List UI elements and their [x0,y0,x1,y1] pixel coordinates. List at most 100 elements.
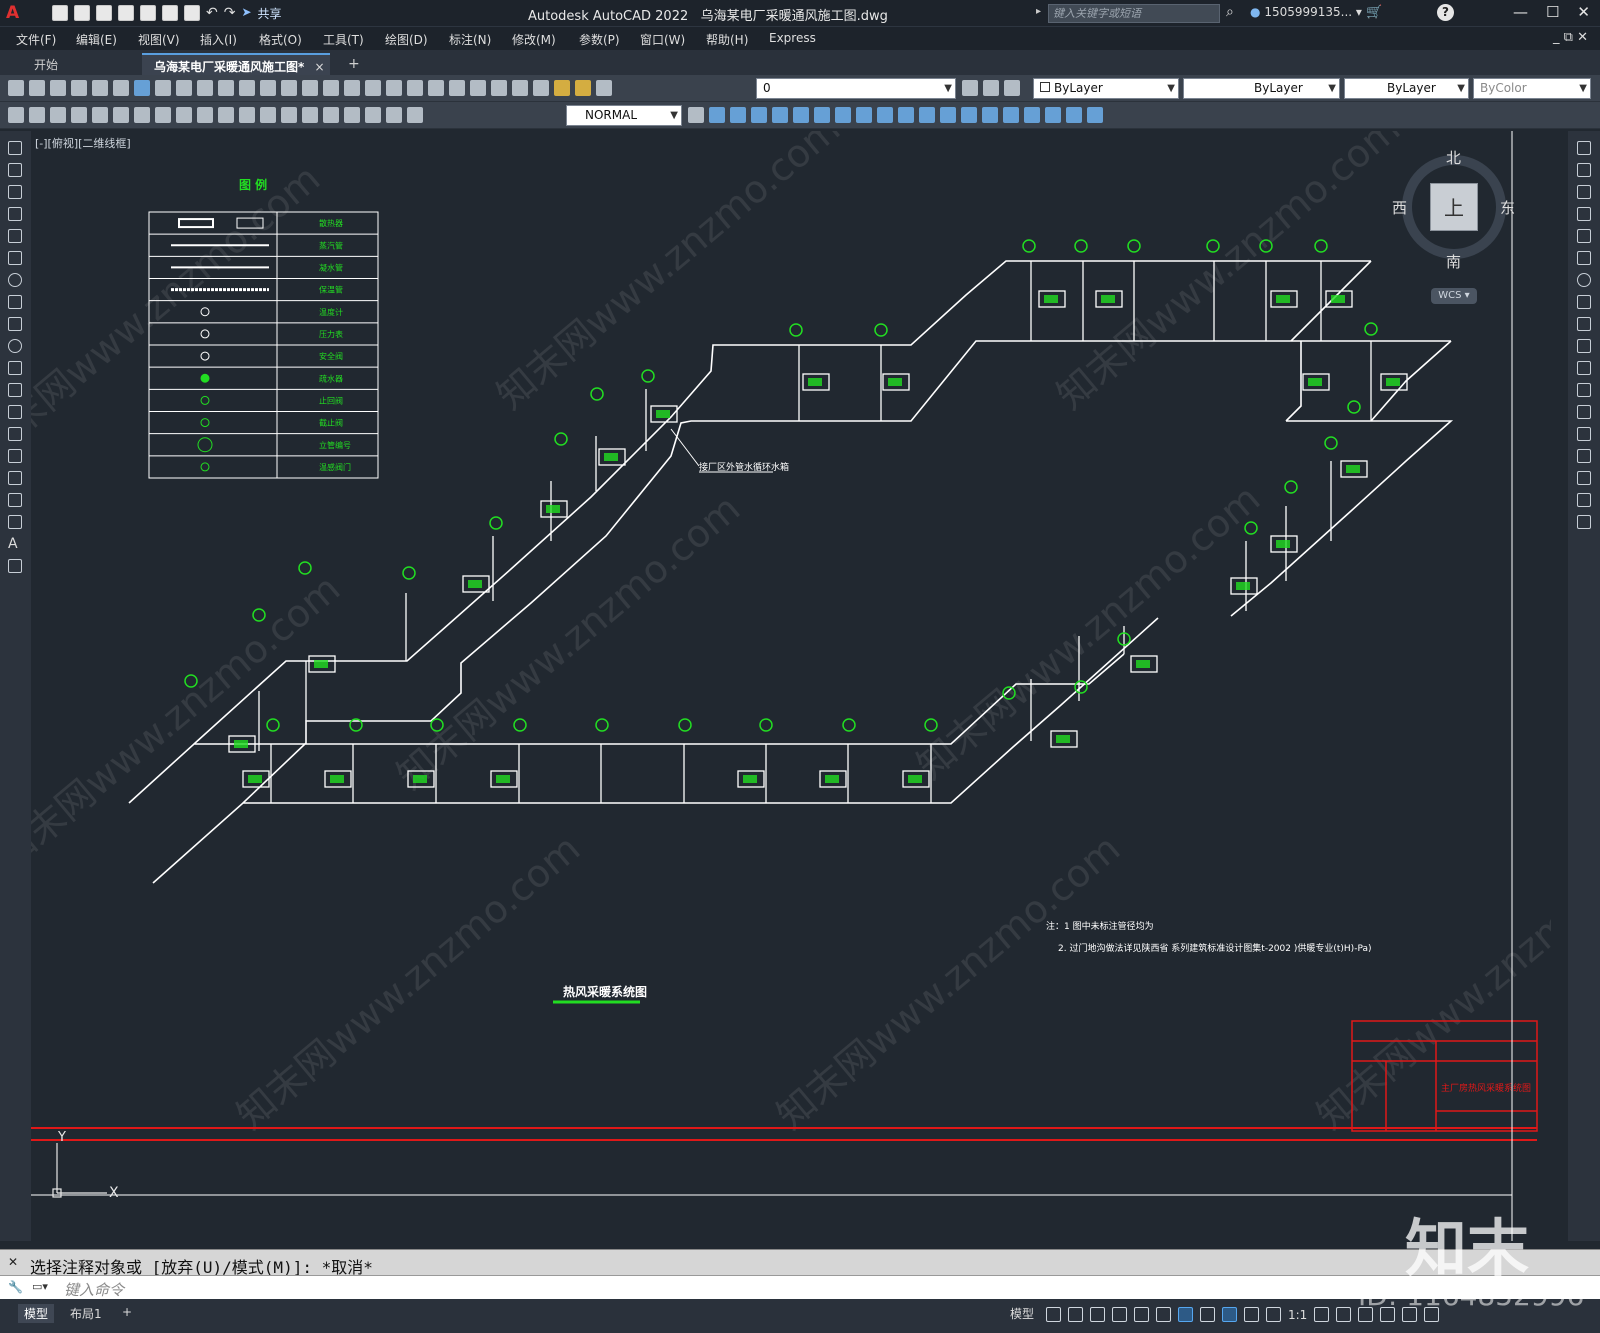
sheet-set-icon[interactable] [449,80,465,96]
line-icon[interactable] [8,141,22,155]
make-block-icon[interactable] [8,405,22,419]
new-tab-button[interactable]: + [336,53,372,75]
ellipse-icon[interactable] [8,339,22,353]
lineweight-icon[interactable] [1200,1307,1215,1322]
publish-icon[interactable] [113,80,129,96]
diameter-dim-icon[interactable] [134,107,150,123]
ortho-icon[interactable] [1090,1307,1105,1322]
menu-format[interactable]: 格式(O) [259,31,302,48]
grid-icon[interactable] [1046,1307,1061,1322]
extend-icon[interactable] [1577,361,1591,375]
scale-icon[interactable] [1577,295,1591,309]
make-current-icon[interactable] [962,80,978,96]
compass-south[interactable]: 南 [1446,251,1461,272]
quick-dim-icon[interactable] [176,107,192,123]
pan-icon[interactable] [302,80,318,96]
tab-start[interactable]: 开始 [22,53,70,75]
blend-curves-icon[interactable] [1577,493,1591,507]
annotation-scale-value[interactable]: 1:1 [1288,1308,1307,1322]
search-input[interactable]: 键入关键字或短语 [1048,4,1220,23]
wcs-menu[interactable]: WCS ▾ [1431,288,1477,304]
plotstyle-dropdown[interactable]: ByColor ▼ [1473,78,1591,99]
menu-tools[interactable]: 工具(T) [323,31,364,48]
customize-icon[interactable]: 🔧 [8,1280,23,1294]
redo-icon[interactable] [281,80,297,96]
share-icon[interactable]: ➤ [241,5,251,22]
fillet-icon[interactable] [1577,471,1591,485]
workspace-gear-icon[interactable] [1314,1307,1330,1322]
compass-north[interactable]: 北 [1446,147,1461,168]
undo-icon[interactable] [260,80,276,96]
press-pull-icon[interactable] [793,107,809,123]
help-icon[interactable]: ? [1437,4,1454,21]
autocad-logo[interactable]: A [6,3,19,23]
save-icon[interactable] [50,80,66,96]
help-icon[interactable] [512,80,528,96]
annotation-monitor-icon[interactable] [1336,1307,1352,1322]
menu-window[interactable]: 窗口(W) [640,31,685,48]
menu-draw[interactable]: 绘图(D) [385,31,428,48]
tab-model[interactable]: 模型 [18,1304,55,1323]
plot-icon[interactable] [71,80,87,96]
continue-dim-icon[interactable] [218,107,234,123]
jogged-linear-icon[interactable] [344,107,360,123]
plot-icon[interactable] [184,5,200,21]
spline-icon[interactable] [8,317,22,331]
polar-icon[interactable] [1112,1307,1127,1322]
menu-dimension[interactable]: 标注(N) [449,31,491,48]
viewcube[interactable]: 上 北 南 西 东 [1392,147,1515,277]
subtract-icon[interactable] [730,107,746,123]
object-snap-icon[interactable] [1178,1307,1193,1322]
arc-length-icon[interactable] [50,107,66,123]
layer-states-icon[interactable] [1004,80,1020,96]
explode-icon[interactable] [1577,515,1591,529]
tab-layout1[interactable]: 布局1 [64,1304,108,1323]
menu-view[interactable]: 视图(V) [138,31,180,48]
open-icon[interactable] [29,80,45,96]
mirror-icon[interactable] [1577,185,1591,199]
region-icon[interactable] [8,493,22,507]
layer-properties-icon[interactable] [533,80,549,96]
revcloud-icon[interactable] [8,295,22,309]
maximize-icon[interactable]: ☐ [1546,3,1559,21]
tab-drawing[interactable]: 乌海某电厂采暖通风施工图* × [142,53,330,75]
table-icon[interactable] [8,515,22,529]
jogged-dim-icon[interactable] [113,107,129,123]
construction-line-icon[interactable] [8,163,22,177]
inspection-icon[interactable] [323,107,339,123]
erase-icon[interactable] [1577,141,1591,155]
properties-icon[interactable] [386,80,402,96]
open-icon[interactable] [74,5,90,21]
copy-icon[interactable] [176,80,192,96]
undo-icon[interactable]: ↶ [206,5,218,22]
save-web-icon[interactable] [162,5,178,21]
block-editor-icon[interactable] [239,80,255,96]
dim-space-icon[interactable] [239,107,255,123]
arc-icon[interactable] [8,251,22,265]
recent-commands-icon[interactable]: ▭▾ [32,1280,48,1293]
center-mark-icon[interactable] [302,107,318,123]
search-icon[interactable]: ⌕ [1226,4,1234,20]
redo-icon[interactable]: ↷ [224,5,236,22]
preview-icon[interactable] [92,80,108,96]
break-at-point-icon[interactable] [1577,383,1591,397]
share-label[interactable]: 共享 [258,5,282,22]
3d-array-icon[interactable] [982,107,998,123]
separate-icon[interactable] [1045,107,1061,123]
design-center-icon[interactable] [407,80,423,96]
baseline-dim-icon[interactable] [197,107,213,123]
layer-freeze-icon[interactable] [575,80,591,96]
dim-update-icon[interactable] [407,107,423,123]
menu-help[interactable]: 帮助(H) [706,31,748,48]
rectangle-icon[interactable] [8,229,22,243]
save-icon[interactable] [96,5,112,21]
cut-icon[interactable] [155,80,171,96]
menu-file[interactable]: 文件(F) [16,31,56,48]
dimstyle-dropdown[interactable]: NORMAL ▼ [566,105,682,126]
break-icon[interactable] [1577,405,1591,419]
stretch-icon[interactable] [1577,317,1591,331]
isodraft-icon[interactable] [1134,1307,1149,1322]
radius-dim-icon[interactable] [92,107,108,123]
annotation-visibility-icon[interactable] [1222,1307,1237,1322]
model-space-toggle[interactable]: 模型 [1004,1304,1040,1323]
